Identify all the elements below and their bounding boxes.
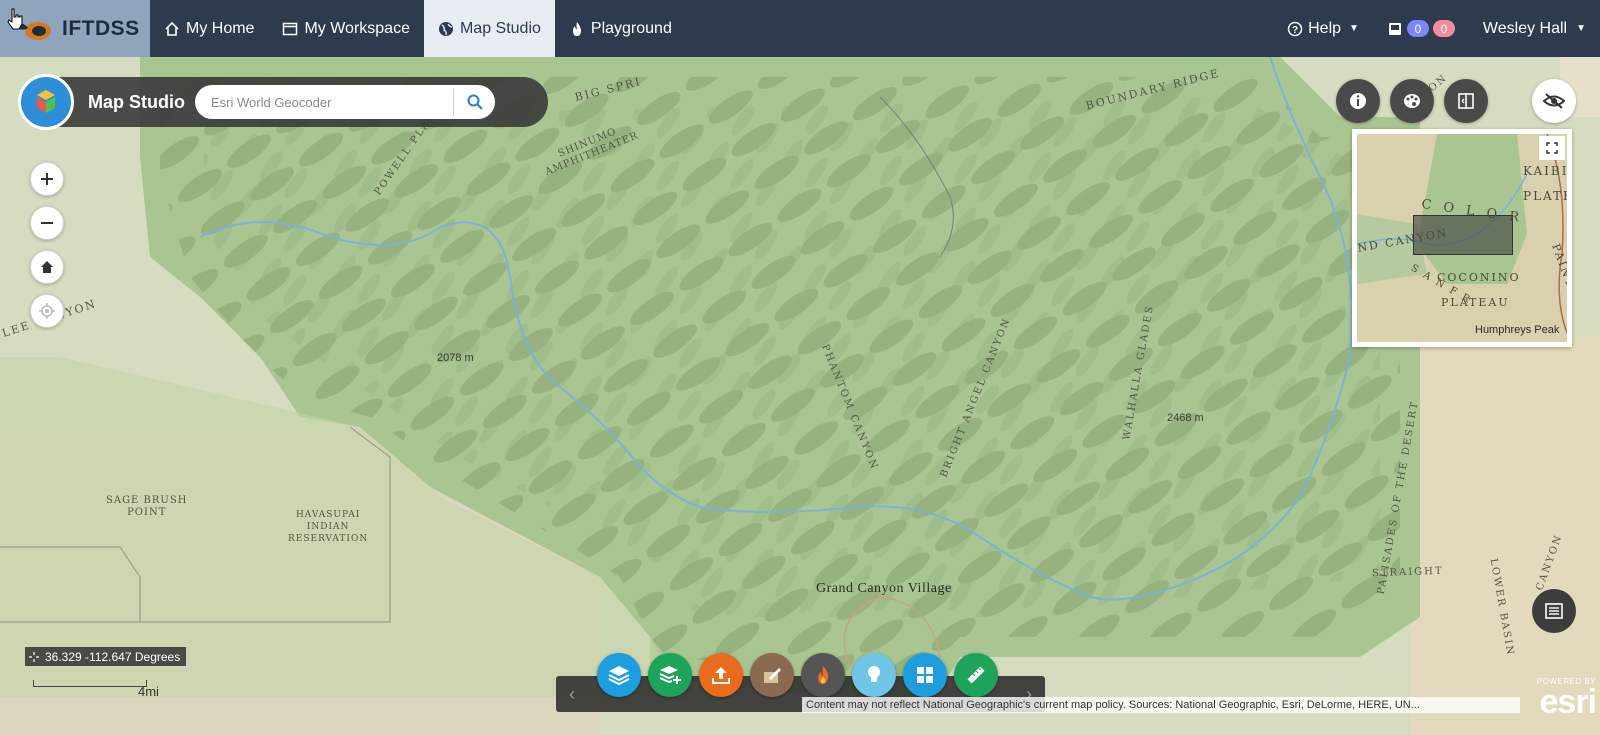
alerts-badge[interactable]: 0: [1432, 20, 1455, 37]
user-menu[interactable]: Wesley Hall ▼: [1469, 0, 1600, 57]
minus-icon: [41, 222, 53, 224]
user-name: Wesley Hall: [1482, 19, 1568, 37]
overview-map[interactable]: KAIBI PLATE C O L O R PAINTE ND CANYON C…: [1352, 129, 1572, 347]
toggle-visibility-button[interactable]: [1532, 79, 1576, 123]
help-label: Help: [1308, 19, 1342, 37]
ruler-icon: [967, 666, 985, 684]
nav-my-home-label: My Home: [186, 19, 255, 37]
crosshair-icon: [39, 303, 55, 319]
chevron-down-icon: ▼: [1576, 23, 1586, 34]
nav-playground-label: Playground: [590, 19, 672, 37]
grid-icon: [917, 667, 933, 683]
help-menu[interactable]: ? Help ▼: [1273, 0, 1373, 57]
palette-icon: [1404, 94, 1420, 108]
map-studio-header: Map Studio: [18, 74, 548, 130]
esri-logo[interactable]: POWERED BY esri: [1526, 677, 1598, 727]
label-sage-brush-point: SAGE BRUSH POINT: [106, 495, 188, 518]
inbox-icon: [1388, 22, 1401, 35]
eye-slash-icon: [1543, 93, 1565, 109]
zoom-out-button[interactable]: [30, 206, 64, 240]
layers-tool-button[interactable]: [597, 653, 641, 697]
basemap-gallery-button[interactable]: [1390, 79, 1434, 123]
layers-icon: [608, 666, 630, 686]
list-icon: [1545, 603, 1563, 619]
carousel-prev-button[interactable]: ‹: [556, 676, 588, 712]
upload-icon: [712, 667, 730, 684]
hand-cursor-icon: [7, 8, 23, 30]
home-extent-button[interactable]: [30, 250, 64, 284]
locate-button[interactable]: [30, 294, 64, 328]
chevron-down-icon: ▼: [1349, 23, 1359, 34]
esri-wordmark: esri: [1539, 683, 1598, 721]
map-attribution[interactable]: Content may not reflect National Geograp…: [802, 697, 1520, 713]
legend-button[interactable]: [1532, 589, 1576, 633]
map-canvas[interactable]: BIG SPRI BOUNDARY RIDGE SHINUMO AMPHITHE…: [0, 57, 1600, 735]
nav-my-home[interactable]: My Home: [150, 0, 268, 57]
add-layer-tool-button[interactable]: [648, 653, 692, 697]
swipe-compare-button[interactable]: [1444, 79, 1488, 123]
coordinate-value: 36.329 -112.647 Degrees: [45, 649, 181, 664]
question-icon: ?: [1287, 21, 1303, 36]
geocoder-search: [195, 85, 495, 119]
ov-label-plate: PLATE: [1523, 189, 1572, 203]
search-button[interactable]: [453, 89, 495, 115]
geocoder-input[interactable]: [211, 94, 453, 110]
nav-right-group: ? Help ▼ 0 0 Wesley Hall ▼: [1273, 0, 1600, 57]
fire-tool-button[interactable]: [801, 653, 845, 697]
info-button[interactable]: [1336, 79, 1380, 123]
ov-label-plateau: PLATEAU: [1441, 296, 1510, 309]
home-icon: [41, 261, 53, 273]
plus-icon: [41, 173, 53, 185]
info-icon: [1350, 93, 1366, 109]
nav-playground[interactable]: Playground: [555, 0, 686, 57]
ov-label-humphreys-peak: Humphreys Peak: [1475, 324, 1560, 336]
ov-label-kaibi: KAIBI: [1523, 164, 1569, 178]
split-view-icon: [1458, 93, 1474, 109]
fire-icon: [572, 21, 581, 36]
notifications[interactable]: 0 0: [1373, 20, 1469, 37]
measure-tool-button[interactable]: [954, 653, 998, 697]
add-layers-icon: [659, 666, 681, 684]
expand-icon: [1546, 142, 1558, 154]
top-navbar: IFTDSS My Home My Workspace Map Studio P…: [0, 0, 1600, 57]
edit-tool-button[interactable]: [750, 653, 794, 697]
overview-expand-button[interactable]: [1539, 136, 1565, 160]
grid-tool-button[interactable]: [903, 653, 947, 697]
elevation-label: 2078 m: [437, 352, 474, 364]
idea-tool-button[interactable]: [852, 653, 896, 697]
crosshair-icon: [29, 651, 39, 662]
fire-icon: [818, 666, 829, 684]
search-icon: [467, 94, 483, 110]
lightbulb-icon: [868, 666, 880, 682]
label-grand-canyon-village: Grand Canyon Village: [816, 581, 952, 596]
nav-map-studio[interactable]: Map Studio: [423, 0, 555, 57]
window-icon: [283, 22, 298, 35]
messages-badge[interactable]: 0: [1406, 20, 1429, 37]
scale-bar: [33, 680, 147, 687]
nav-my-workspace[interactable]: My Workspace: [268, 0, 424, 57]
home-icon: [165, 21, 179, 36]
elevation-label: 2468 m: [1167, 412, 1204, 424]
map-studio-title: Map Studio: [88, 91, 185, 112]
nav-map-studio-label: Map Studio: [459, 19, 541, 37]
upload-tool-button[interactable]: [699, 653, 743, 697]
ov-label-coconino: COCONINO: [1437, 271, 1521, 284]
globe-icon: [438, 21, 453, 36]
map-edit-icon: [764, 668, 781, 683]
nav-my-workspace-label: My Workspace: [304, 19, 410, 37]
scale-bar-label: 4mi: [138, 684, 159, 699]
zoom-in-button[interactable]: [30, 162, 64, 196]
map-studio-logo-icon: [18, 74, 74, 130]
coordinate-readout[interactable]: 36.329 -112.647 Degrees: [25, 647, 187, 666]
label-havasupai: HAVASUPAI INDIAN RESERVATION: [288, 510, 369, 544]
brand-name: IFTDSS: [62, 16, 140, 40]
svg-text:?: ?: [1292, 25, 1298, 36]
